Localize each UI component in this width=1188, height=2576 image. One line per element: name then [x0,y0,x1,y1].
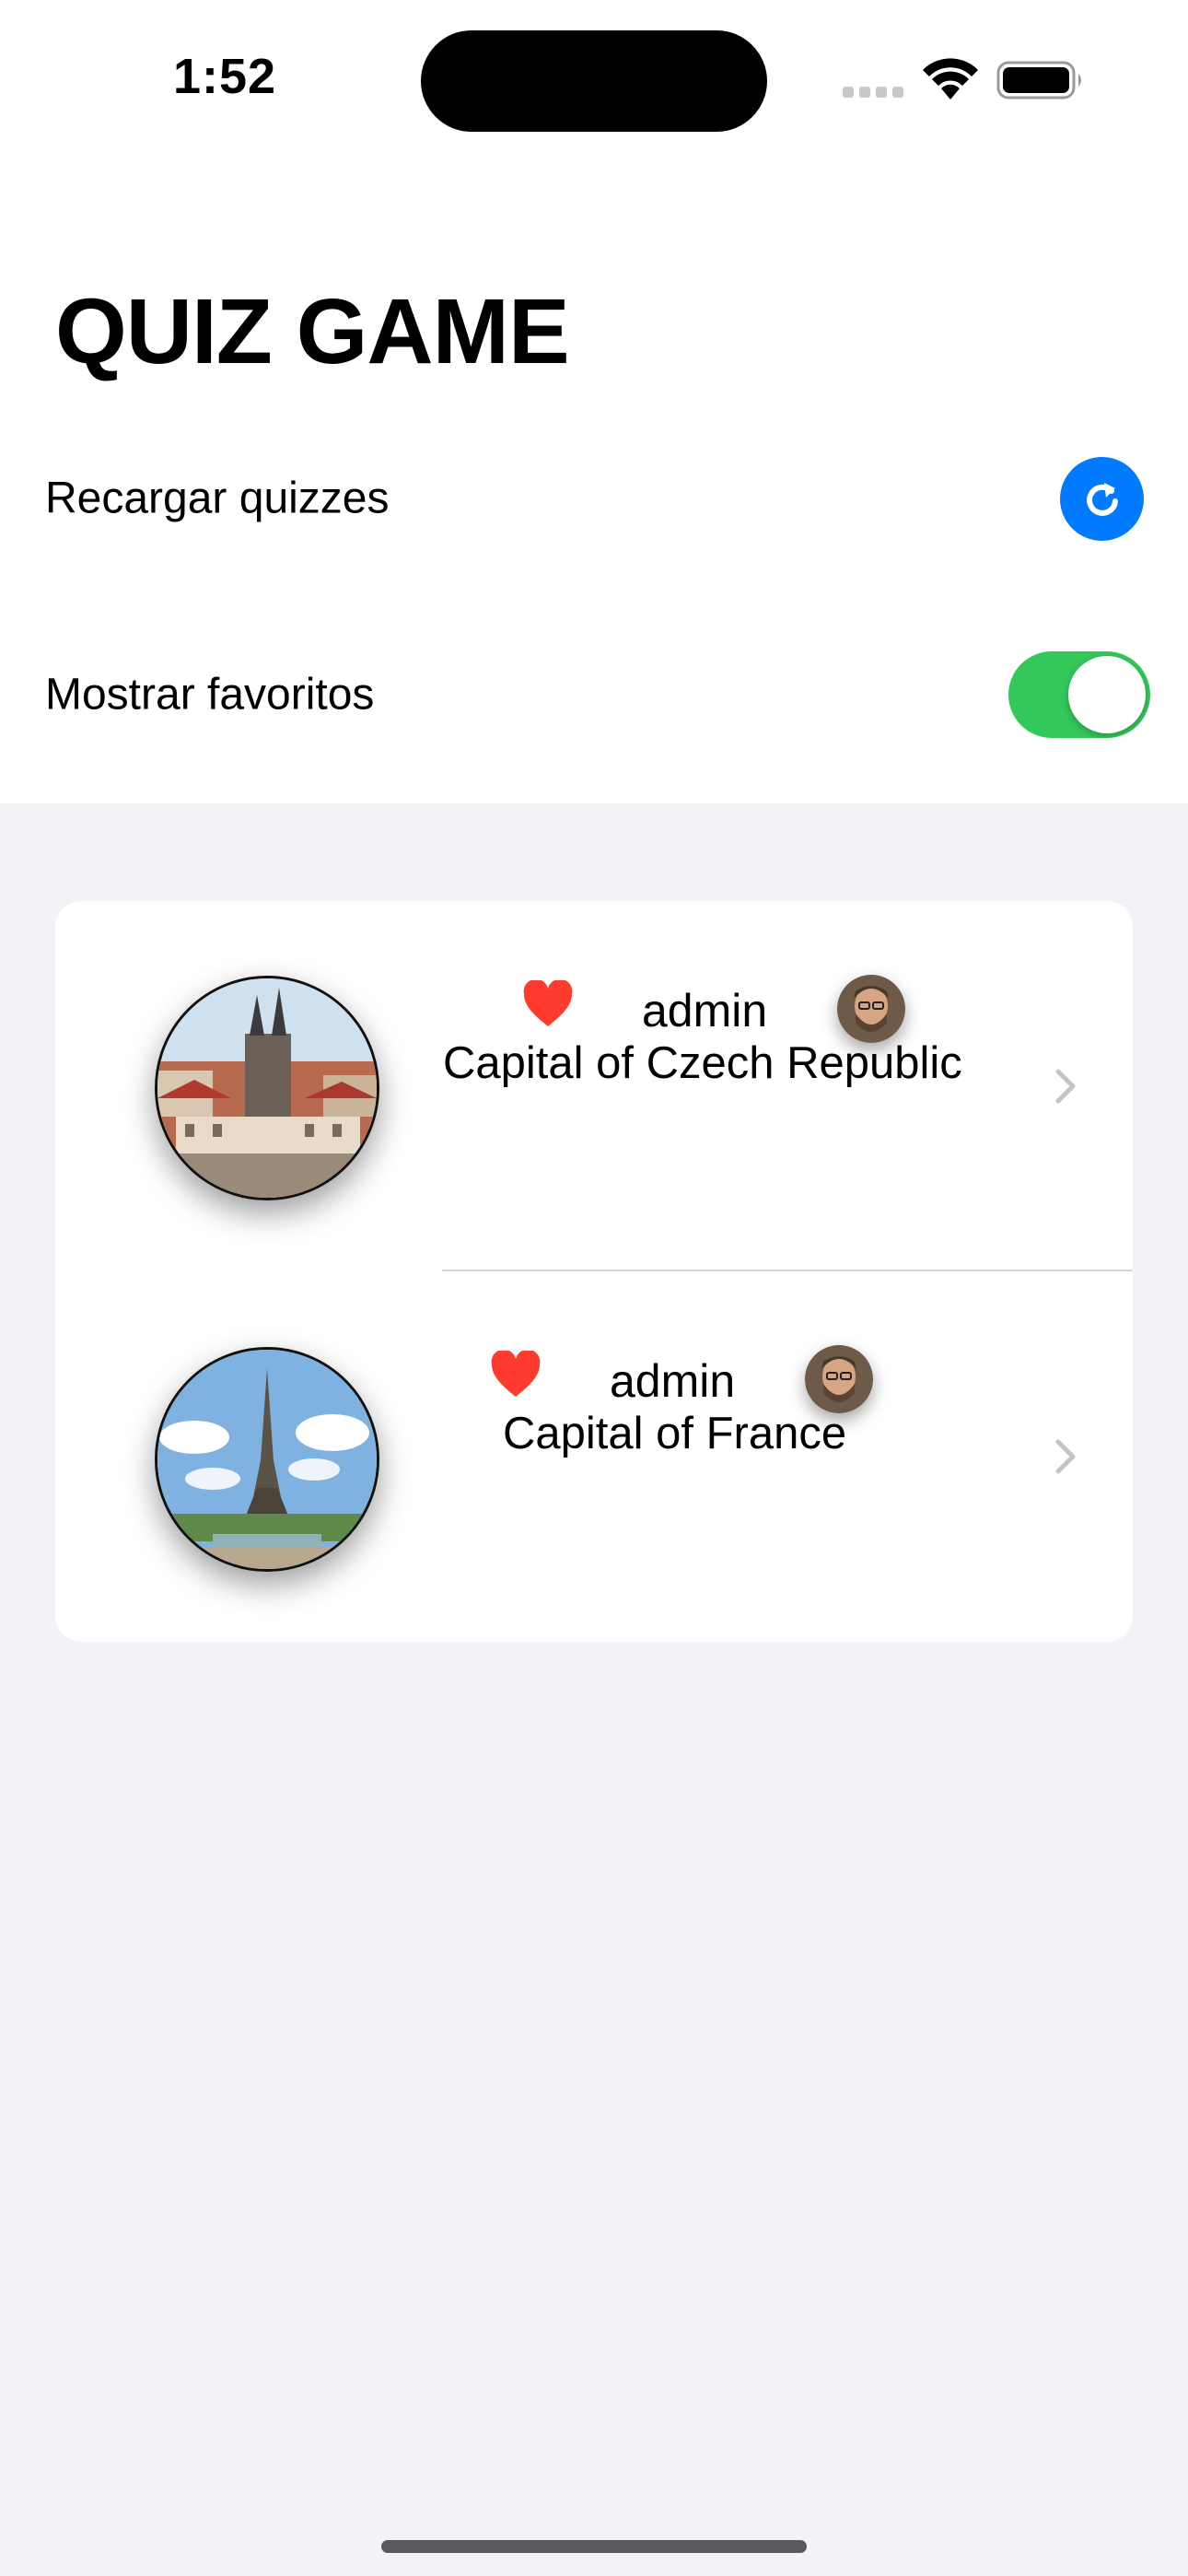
status-time: 1:52 [173,49,277,104]
author-avatar [805,1345,873,1413]
page-title: QUIZ GAME [55,280,570,383]
quiz-question: Capital of Czech Republic [443,1038,962,1088]
quiz-question: Capital of France [503,1409,847,1458]
quiz-row-france[interactable]: admin Capital of France [55,1271,1133,1642]
author-name: admin [610,1355,736,1407]
wifi-icon [923,58,978,100]
toggle-knob [1068,656,1146,733]
quiz-list: admin Capital of Czech Republic admin Ca… [55,901,1133,1642]
status-bar: 1:52 [0,0,1188,147]
reload-label: Recargar quizzes [45,474,390,523]
chevron-right-icon [1055,1069,1076,1104]
favorites-label: Mostrar favoritos [45,670,375,720]
home-indicator[interactable] [381,2540,807,2553]
cellular-signal-icon [843,87,903,98]
header: QUIZ GAME Recargar quizzes Mostrar favor… [0,147,1188,803]
author-name: admin [642,985,768,1036]
reload-icon [1086,482,1118,516]
favorites-toggle[interactable] [1008,651,1150,738]
author-avatar [837,975,905,1043]
reload-row: Recargar quizzes [0,448,1188,549]
dynamic-island [421,30,767,132]
reload-button[interactable] [1060,457,1144,541]
battery-icon [996,61,1081,100]
chevron-right-icon [1055,1439,1076,1474]
eiffel-tower-photo [155,1347,379,1572]
prague-old-town-photo [155,976,379,1200]
heart-icon[interactable] [490,1351,542,1399]
heart-icon[interactable] [522,980,574,1028]
quiz-row-czech[interactable]: admin Capital of Czech Republic [55,901,1133,1271]
